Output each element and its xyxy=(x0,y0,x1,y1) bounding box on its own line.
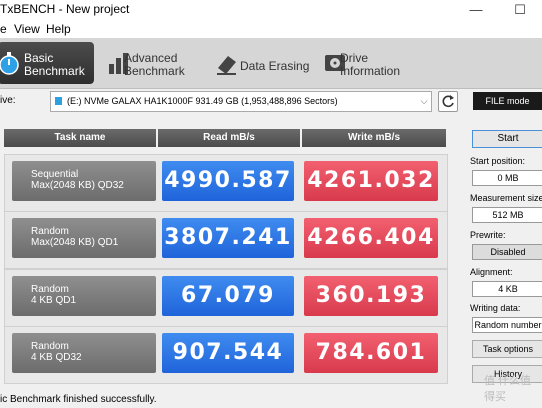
alignment-field[interactable]: 4 KB xyxy=(472,281,542,297)
drive-selected-value: (E:) NVMe GALAX HA1K1000F 931.49 GB (1,9… xyxy=(67,96,338,106)
menu-item-file[interactable]: e xyxy=(0,22,7,36)
write-value: 4266.404 xyxy=(304,218,438,258)
tab-label: Drive Information xyxy=(340,51,401,78)
task-button-random-4k-qd1[interactable]: Random 4 KB QD1 xyxy=(12,276,156,316)
task-name-line1: Random xyxy=(31,284,69,295)
status-bar: ic Benchmark finished successfully. xyxy=(0,392,542,408)
task-button-random-qd1-max[interactable]: Random Max(2048 KB) QD1 xyxy=(12,218,156,258)
tab-drive-information[interactable]: Drive Information xyxy=(314,42,422,84)
prewrite-select[interactable]: Disabled xyxy=(472,244,542,260)
write-value: 4261.032 xyxy=(304,161,438,201)
tab-data-erasing[interactable]: Data Erasing xyxy=(206,42,310,84)
writing-data-select[interactable]: Random number xyxy=(472,317,542,333)
read-value: 67.079 xyxy=(162,276,294,316)
drive-icon xyxy=(55,97,62,105)
measurement-size-label: Measurement size: xyxy=(470,193,542,203)
task-button-random-4k-qd32[interactable]: Random 4 KB QD32 xyxy=(12,333,156,373)
menu-bar: e View Help xyxy=(0,20,542,38)
tab-advanced-benchmark[interactable]: Advanced Benchmark xyxy=(98,42,202,84)
start-button[interactable]: Start xyxy=(472,130,542,148)
file-mode-button[interactable]: FILE mode xyxy=(473,92,542,110)
watermark: 值 什么值得买 xyxy=(484,375,532,403)
drive-dropdown[interactable]: (E:) NVMe GALAX HA1K1000F 931.49 GB (1,9… xyxy=(50,91,432,112)
task-name-line2: Max(2048 KB) QD1 xyxy=(31,237,119,248)
task-name-line2: 4 KB QD1 xyxy=(31,295,77,306)
drive-label: ive: xyxy=(0,95,16,106)
alignment-label: Alignment: xyxy=(470,267,513,277)
task-options-button[interactable]: Task options xyxy=(472,340,542,358)
read-value: 4990.587 xyxy=(162,161,294,201)
measurement-size-field[interactable]: 512 MB xyxy=(472,207,542,223)
task-name-line2: Max(2048 KB) QD32 xyxy=(31,180,124,191)
chevron-down-icon: ⌵ xyxy=(420,96,428,106)
write-value: 784.601 xyxy=(304,333,438,373)
maximize-button[interactable]: ☐ xyxy=(506,0,534,20)
status-message: ic Benchmark finished successfully. xyxy=(0,394,157,405)
writing-data-label: Writing data: xyxy=(470,303,521,313)
write-value: 360.193 xyxy=(304,276,438,316)
start-position-label: Start position: xyxy=(470,156,526,166)
read-value: 3807.241 xyxy=(162,218,294,258)
tab-label: Advanced Benchmark xyxy=(124,51,185,78)
task-name-line2: 4 KB QD32 xyxy=(31,352,82,363)
refresh-button[interactable] xyxy=(438,91,458,112)
title-bar: TxBENCH - New project — ☐ xyxy=(0,0,542,20)
minimize-button[interactable]: — xyxy=(462,0,490,20)
header-write: Write mB/s xyxy=(302,129,446,147)
menu-item-view[interactable]: View xyxy=(14,22,40,36)
tab-strip: Basic Benchmark Advanced Benchmark Data … xyxy=(0,38,542,89)
header-task-name: Task name xyxy=(4,129,156,147)
refresh-icon xyxy=(442,95,454,108)
stopwatch-icon xyxy=(0,52,19,75)
menu-item-help[interactable]: Help xyxy=(46,22,71,36)
header-read: Read mB/s xyxy=(158,129,300,147)
task-name-line1: Random xyxy=(31,341,69,352)
tab-label: Data Erasing xyxy=(240,59,310,73)
tab-label: Basic Benchmark xyxy=(24,51,85,78)
window-title: TxBENCH - New project xyxy=(0,2,130,16)
task-name-line1: Random xyxy=(31,226,69,237)
eraser-icon xyxy=(217,56,236,75)
tab-basic-benchmark[interactable]: Basic Benchmark xyxy=(0,42,94,84)
read-value: 907.544 xyxy=(162,333,294,373)
start-position-field[interactable]: 0 MB xyxy=(472,170,542,186)
prewrite-label: Prewrite: xyxy=(470,230,506,240)
task-name-line1: Sequential xyxy=(31,169,79,180)
task-button-seq-qd32[interactable]: Sequential Max(2048 KB) QD32 xyxy=(12,161,156,201)
